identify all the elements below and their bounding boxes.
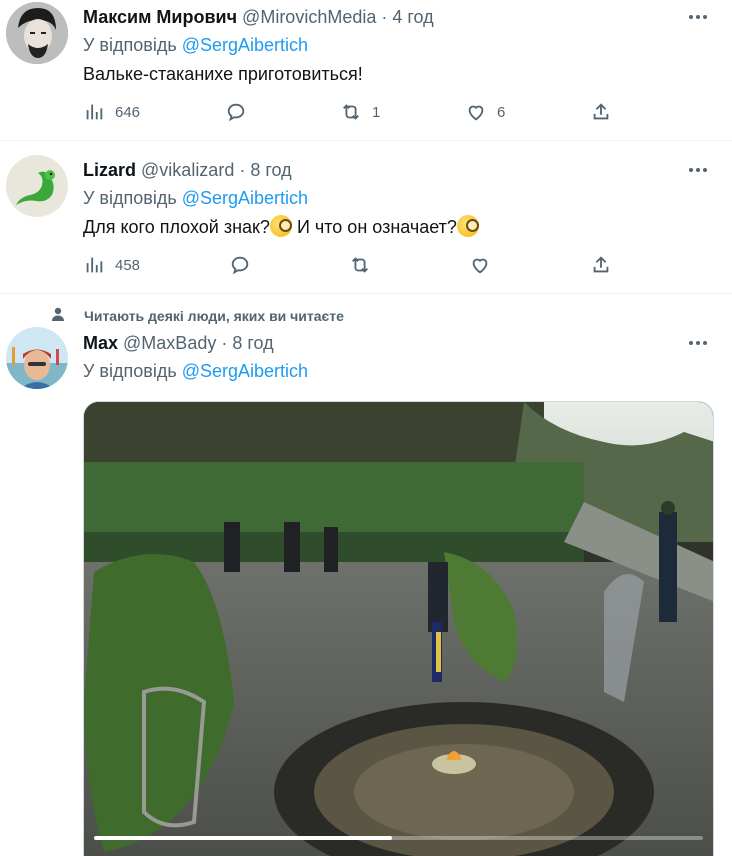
reply-button[interactable] [225,99,247,125]
tweet-actions: 646 1 6 [83,99,623,125]
views-button[interactable]: 646 [83,99,140,125]
reply-button[interactable] [229,252,251,278]
views-count: 646 [115,103,141,121]
retweet-arrows-icon [343,104,359,120]
comment-bubble-icon [227,103,245,122]
views-count: 458 [115,256,141,274]
author-name[interactable]: Max [83,333,118,353]
reply-context: У відповідь @SergAibertich [83,34,308,56]
tweet-text-part2: И что он означает? [291,217,457,237]
social-context-text: Читають деякі люди, яких ви читаєте [84,307,344,324]
avatar[interactable] [6,2,68,64]
tweet-text: Для кого плохой знак? И что он означает? [83,215,479,239]
share-button[interactable] [590,252,612,278]
share-upload-icon [593,103,609,120]
bar-chart-icon [86,104,103,120]
reply-context: У відповідь @SergAibertich [83,187,308,209]
author-name[interactable]: Максим Мирович [83,7,237,27]
retweet-button[interactable]: 1 [340,99,380,125]
reply-mention-link[interactable]: @SergAibertich [182,361,308,381]
author-handle[interactable]: @MirovichMedia [242,7,376,27]
monocle-face-emoji [269,215,292,237]
heart-icon [472,258,488,274]
reply-prefix: У відповідь [83,361,177,381]
like-button[interactable] [469,252,491,278]
more-dots-icon[interactable] [686,160,710,180]
video-progress-bar[interactable] [94,836,703,840]
tweet-header: Максим Мирович @MirovichMedia · 4 год [83,6,434,28]
tweet-text-part1: Для кого плохой знак? [83,217,270,237]
video-player[interactable] [83,401,714,856]
reply-prefix: У відповідь [83,188,177,208]
tweet-2[interactable]: Lizard @vikalizard · 8 год У відповідь @… [0,141,732,293]
author-handle[interactable]: @MaxBady [123,333,216,353]
tweet-actions: 458 [83,252,623,278]
video-progress-fill [94,836,393,840]
reply-mention-link[interactable]: @SergAibertich [182,188,308,208]
comment-bubble-icon [231,256,249,275]
timestamp[interactable]: · 8 год [239,160,291,180]
reply-prefix: У відповідь [83,35,177,55]
bar-chart-icon [86,257,103,273]
video-frame [84,402,713,856]
more-dots-icon[interactable] [686,7,710,27]
reply-context: У відповідь @SergAibertich [83,360,308,382]
social-context: Читають деякі люди, яких ви читаєте [50,306,344,325]
retweet-arrows-icon [352,257,368,273]
like-button[interactable]: 6 [465,99,505,125]
more-dots-icon[interactable] [686,333,710,353]
author-handle[interactable]: @vikalizard [141,160,234,180]
retweet-button[interactable] [349,252,371,278]
tweet-text: Вальке-стаканихе приготовиться! [83,64,363,84]
share-upload-icon [593,256,609,273]
divider [0,293,732,294]
avatar[interactable] [6,155,68,217]
share-button[interactable] [590,99,612,125]
tweet-1[interactable]: Максим Мирович @MirovichMedia · 4 год У … [0,0,732,140]
heart-icon [468,105,484,121]
monocle-face-emoji [456,215,479,237]
author-name[interactable]: Lizard [83,160,136,180]
person-icon [50,306,66,325]
tweet-header: Max @MaxBady · 8 год [83,332,274,354]
timestamp[interactable]: · 4 год [381,7,433,27]
retweet-count: 1 [372,103,381,121]
tweet-header: Lizard @vikalizard · 8 год [83,159,292,181]
timestamp[interactable]: · 8 год [221,333,273,353]
avatar[interactable] [6,327,68,389]
like-count: 6 [497,103,506,121]
reply-mention-link[interactable]: @SergAibertich [182,35,308,55]
views-button[interactable]: 458 [83,252,140,278]
